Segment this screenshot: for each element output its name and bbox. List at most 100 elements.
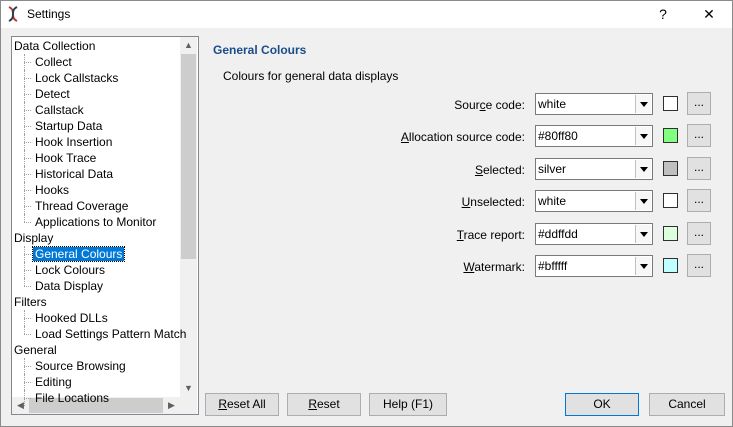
- tree-guide-line: [24, 326, 32, 342]
- settings-dialog: Settings ? ✕ ▲ ▼ ◀ ▶ Data Collection Coll…: [0, 0, 733, 427]
- colour-combo-value: #ddffdd: [538, 227, 578, 241]
- colour-browse-button[interactable]: ...: [687, 254, 711, 277]
- tree-category[interactable]: Filters: [14, 294, 47, 310]
- scroll-right-icon[interactable]: ▶: [163, 397, 180, 414]
- scroll-down-icon[interactable]: ▼: [180, 380, 197, 397]
- colour-setting-label: Trace report:: [456, 228, 525, 242]
- ok-button[interactable]: OK: [565, 393, 639, 416]
- colour-browse-button[interactable]: ...: [687, 189, 711, 212]
- tree-item-label: Detect: [35, 87, 70, 101]
- tree-guide-line: [24, 198, 32, 214]
- colour-combo[interactable]: #80ff80: [535, 125, 653, 147]
- tree-item[interactable]: Hooked DLLs: [33, 310, 110, 326]
- colour-browse-button[interactable]: ...: [687, 124, 711, 147]
- chevron-down-icon[interactable]: [635, 192, 651, 210]
- tree-guide-line: [24, 102, 32, 118]
- tree-item-label: Editing: [35, 375, 72, 389]
- chevron-down-icon[interactable]: [635, 95, 651, 113]
- tree-guide-line: [24, 390, 32, 406]
- colour-swatch: [663, 128, 678, 143]
- tree-guide-line: [24, 182, 32, 198]
- tree-item-label: Lock Callstacks: [35, 71, 119, 85]
- tree-guide-line: [24, 134, 32, 150]
- tree-item[interactable]: Startup Data: [33, 118, 104, 134]
- colour-combo[interactable]: white: [535, 190, 653, 212]
- tree-item-label: Lock Colours: [35, 263, 106, 277]
- tree-item[interactable]: Callstack: [33, 102, 86, 118]
- tree-item[interactable]: Lock Colours: [33, 262, 107, 278]
- chevron-down-icon[interactable]: [635, 225, 651, 243]
- tree-item[interactable]: Hook Trace: [33, 150, 98, 166]
- tree-item[interactable]: Editing: [33, 374, 74, 390]
- section-heading: General Colours: [213, 43, 307, 57]
- tree-item[interactable]: Collect: [33, 54, 74, 70]
- tree-item[interactable]: Hook Insertion: [33, 134, 114, 150]
- colour-swatch: [663, 96, 678, 111]
- tree-guide-line: [24, 310, 32, 326]
- tree-category[interactable]: Display: [14, 230, 53, 246]
- tree-guide-line: [24, 278, 32, 294]
- tree-guide-line: [24, 246, 32, 262]
- tree-item-label: Data Display: [35, 279, 104, 293]
- tree-item[interactable]: Detect: [33, 86, 72, 102]
- vertical-scroll-thumb[interactable]: [181, 54, 196, 259]
- tree-item-label: General: [14, 343, 57, 357]
- tree-guide-line: [24, 358, 32, 374]
- tree-guide-line: [24, 262, 32, 278]
- tree-item-label: Collect: [35, 55, 72, 69]
- tree-guide-line: [24, 166, 32, 182]
- colour-browse-button[interactable]: ...: [687, 157, 711, 180]
- tree-item[interactable]: Thread Coverage: [33, 198, 130, 214]
- colour-setting-row: Watermark: #bfffff...: [201, 254, 721, 279]
- tree-item-label: Source Browsing: [35, 359, 126, 373]
- tree-item[interactable]: Source Browsing: [33, 358, 128, 374]
- settings-tree[interactable]: ▲ ▼ ◀ ▶ Data Collection Collect Lock Calls…: [11, 36, 199, 415]
- colour-combo[interactable]: white: [535, 93, 653, 115]
- colour-combo[interactable]: #bfffff: [535, 255, 653, 277]
- chevron-down-icon[interactable]: [635, 127, 651, 145]
- reset-button[interactable]: Reset: [287, 393, 361, 416]
- chevron-down-icon[interactable]: [635, 257, 651, 275]
- tree-item[interactable]: Historical Data: [33, 166, 115, 182]
- tree-item-label: Hook Insertion: [35, 135, 113, 149]
- chevron-down-icon[interactable]: [635, 160, 651, 178]
- colour-swatch: [663, 161, 678, 176]
- colour-browse-button[interactable]: ...: [687, 92, 711, 115]
- colour-combo[interactable]: #ddffdd: [535, 223, 653, 245]
- tree-item-label: Hooks: [35, 183, 70, 197]
- help-button[interactable]: Help (F1): [369, 393, 447, 416]
- colour-browse-button[interactable]: ...: [687, 222, 711, 245]
- colour-setting-row: Trace report: #ddffdd...: [201, 222, 721, 247]
- tree-item-label: General Colours: [31, 246, 126, 262]
- tree-item[interactable]: General Colours: [31, 246, 126, 262]
- colour-setting-row: Unselected: white...: [201, 189, 721, 214]
- colour-combo-value: white: [538, 97, 567, 111]
- tree-item[interactable]: File Locations: [33, 390, 111, 406]
- tree-category[interactable]: Data Collection: [14, 38, 95, 54]
- reset-all-button[interactable]: Reset All: [205, 393, 279, 416]
- tree-guide-line: [24, 118, 32, 134]
- tree-item[interactable]: Data Display: [33, 278, 105, 294]
- tree-item[interactable]: Lock Callstacks: [33, 70, 120, 86]
- section-description: Colours for general data displays: [223, 69, 399, 83]
- scroll-up-icon[interactable]: ▲: [180, 37, 197, 54]
- help-icon[interactable]: ?: [641, 1, 685, 28]
- colour-combo[interactable]: silver: [535, 158, 653, 180]
- colour-setting-label: Source code:: [454, 98, 525, 112]
- tree-item[interactable]: Hooks: [33, 182, 71, 198]
- tree-vertical-scrollbar[interactable]: ▲ ▼: [180, 37, 197, 397]
- tree-item[interactable]: Load Settings Pattern Match: [33, 326, 188, 342]
- cancel-button[interactable]: Cancel: [649, 393, 725, 416]
- colour-swatch: [663, 193, 678, 208]
- tree-item-label: Data Collection: [14, 39, 96, 53]
- colour-combo-value: silver: [538, 162, 567, 176]
- close-icon[interactable]: ✕: [687, 1, 731, 28]
- colour-combo-value: #80ff80: [538, 129, 578, 143]
- tree-category[interactable]: General: [14, 342, 57, 358]
- reset-all-accel: R: [218, 397, 227, 411]
- tree-item-label: Filters: [14, 295, 47, 309]
- tree-item[interactable]: Applications to Monitor: [33, 214, 158, 230]
- tree-item-label: Callstack: [35, 103, 84, 117]
- colour-setting-label: Unselected:: [461, 195, 525, 209]
- tree-item-label: Load Settings Pattern Match: [35, 327, 187, 341]
